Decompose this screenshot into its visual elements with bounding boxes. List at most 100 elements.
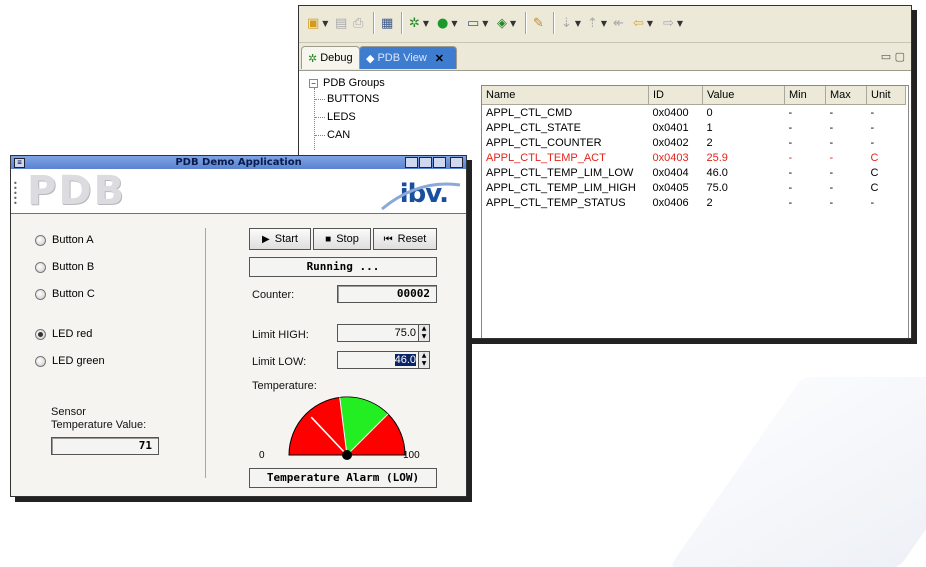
minimize-icon[interactable]: ▭	[881, 50, 891, 63]
table-row[interactable]: APPL_CTL_CMD 0x0400 0 - - -	[482, 105, 906, 121]
table-header: Name ID Value Min Max Unit	[482, 86, 906, 105]
cell-id: 0x0400	[652, 106, 689, 119]
tab-debug[interactable]: ✲ Debug	[301, 46, 360, 69]
spinner-arrows-icon[interactable]: ▲ ▼	[419, 351, 430, 369]
table-row[interactable]: APPL_CTL_TEMP_LIM_HIGH 0x0405 75.0 - - C	[482, 180, 906, 195]
tab-pdb-view[interactable]: ◆ PDB View ✕	[359, 46, 457, 69]
cell-id: 0x0403	[652, 151, 689, 164]
prev-annotation-icon[interactable]: ⇡ ▼	[587, 14, 607, 32]
view-window-controls: ▭ ▢	[881, 50, 905, 63]
play-icon: ▶	[262, 233, 270, 245]
column-header-unit[interactable]: Unit	[866, 86, 906, 105]
cell-min: -	[788, 106, 793, 119]
cell-unit: C	[870, 166, 879, 179]
forward-icon[interactable]: ⇨ ▼	[663, 14, 683, 32]
window-menu-icon[interactable]: ≡	[14, 158, 25, 168]
launch-icon[interactable]: ◈ ▼	[497, 14, 516, 32]
radio-indicator	[35, 355, 46, 367]
collapse-icon[interactable]: −	[309, 78, 318, 88]
radio-indicator	[35, 261, 46, 273]
cell-max: -	[829, 166, 834, 179]
temperature-alarm-status: Temperature Alarm (LOW)	[249, 468, 437, 488]
gauge-hub	[342, 450, 352, 460]
radio-button-c[interactable]: Button C	[35, 288, 95, 300]
window-close-icon[interactable]	[450, 157, 463, 168]
tab-pdb-view-label: PDB View	[377, 52, 427, 64]
new-icon[interactable]: ▣ ▼	[307, 14, 328, 32]
gauge-max-label: 100	[403, 450, 420, 461]
column-header-min[interactable]: Min	[784, 86, 826, 105]
column-header-max[interactable]: Max	[825, 86, 867, 105]
limit-low-value[interactable]: 46.0	[337, 351, 419, 369]
cell-value: 1	[706, 121, 713, 134]
cell-value: 0	[706, 106, 713, 119]
limit-low-selected-text: 46.0	[394, 354, 416, 366]
cell-id: 0x0401	[652, 121, 689, 134]
radio-button-a[interactable]: Button A	[35, 234, 94, 246]
tree-item[interactable]: BUTTONS	[327, 93, 379, 105]
table-row[interactable]: APPL_CTL_STATE 0x0401 1 - - -	[482, 120, 906, 135]
sensor-label: Sensor	[51, 406, 86, 418]
tree-root[interactable]: − PDB Groups	[309, 77, 385, 89]
next-annotation-icon[interactable]: ⇣ ▼	[561, 14, 581, 32]
window-title: PDB Demo Application	[175, 157, 302, 168]
reset-button[interactable]: ⏮ Reset	[373, 228, 437, 250]
window-shade-icon[interactable]	[405, 157, 418, 168]
cell-value: 2	[706, 196, 713, 209]
tree-root-label: PDB Groups	[323, 77, 385, 89]
radio-led-green[interactable]: LED green	[35, 355, 105, 367]
window-minimize-icon[interactable]	[419, 157, 432, 168]
cell-min: -	[788, 121, 793, 134]
radio-label: LED red	[52, 328, 93, 340]
limit-high-value[interactable]: 75.0	[337, 324, 419, 342]
radio-led-red[interactable]: LED red	[35, 328, 92, 340]
stop-button-label: Stop	[336, 233, 359, 245]
cell-name: APPL_CTL_TEMP_STATUS	[486, 196, 626, 209]
cell-name: APPL_CTL_STATE	[486, 121, 581, 134]
save-icon[interactable]: ▤	[335, 14, 347, 32]
status-display: Running ...	[249, 257, 437, 277]
window-maximize-icon[interactable]	[433, 157, 446, 168]
cell-max: -	[829, 121, 834, 134]
run-icon[interactable]: ● ▼	[437, 14, 458, 32]
radio-button-b[interactable]: Button B	[35, 261, 94, 273]
limit-low-spinner[interactable]: 46.0 ▲ ▼	[337, 351, 430, 369]
back-icon[interactable]: ⇦ ▼	[633, 14, 653, 32]
pencil-icon[interactable]: ✎	[533, 14, 544, 32]
cell-max: -	[829, 196, 834, 209]
radio-label: LED green	[52, 355, 105, 367]
limit-low-label: Limit LOW:	[252, 356, 307, 368]
table-row-alarm[interactable]: APPL_CTL_TEMP_ACT 0x0403 25.9 - - C	[482, 150, 906, 165]
cell-name: APPL_CTL_TEMP_ACT	[486, 151, 606, 164]
maximize-icon[interactable]: ▢	[895, 50, 905, 63]
spinner-arrows-icon[interactable]: ▲ ▼	[419, 324, 430, 342]
cell-max: -	[829, 136, 834, 149]
pdb-logo: PDB	[27, 168, 127, 214]
column-header-value[interactable]: Value	[702, 86, 785, 105]
table-row[interactable]: APPL_CTL_TEMP_LIM_LOW 0x0404 46.0 - - C	[482, 165, 906, 180]
external-tools-icon[interactable]: ▭ ▼	[467, 14, 488, 32]
close-icon[interactable]: ✕	[435, 52, 444, 65]
debug-icon[interactable]: ✲ ▼	[409, 14, 429, 32]
table-row[interactable]: APPL_CTL_COUNTER 0x0402 2 - - -	[482, 135, 906, 150]
start-button[interactable]: ▶ Start	[249, 228, 311, 250]
cell-value: 25.9	[706, 151, 728, 164]
cell-value: 46.0	[706, 166, 728, 179]
cell-min: -	[788, 166, 793, 179]
cell-max: -	[829, 106, 834, 119]
stop-button[interactable]: ■ Stop	[313, 228, 371, 250]
tree-item[interactable]: LEDS	[327, 111, 356, 123]
limit-high-spinner[interactable]: 75.0 ▲ ▼	[337, 324, 430, 342]
cell-unit: -	[870, 121, 875, 134]
print-icon[interactable]: ⎙	[353, 14, 363, 32]
binary-icon[interactable]: ▦	[381, 14, 393, 32]
column-header-id[interactable]: ID	[648, 86, 703, 105]
sensor-temperature-field[interactable]: 71	[51, 437, 159, 455]
tree-item[interactable]: CAN	[327, 129, 350, 141]
table-row[interactable]: APPL_CTL_TEMP_STATUS 0x0406 2 - - -	[482, 195, 906, 210]
last-edit-icon[interactable]: ↞	[613, 14, 624, 32]
dots-decoration: • • • • •	[13, 179, 18, 208]
column-header-name[interactable]: Name	[482, 86, 649, 105]
pdb-table: Name ID Value Min Max Unit APPL_CTL_CMD 0…	[481, 85, 909, 338]
cell-id: 0x0404	[652, 166, 689, 179]
